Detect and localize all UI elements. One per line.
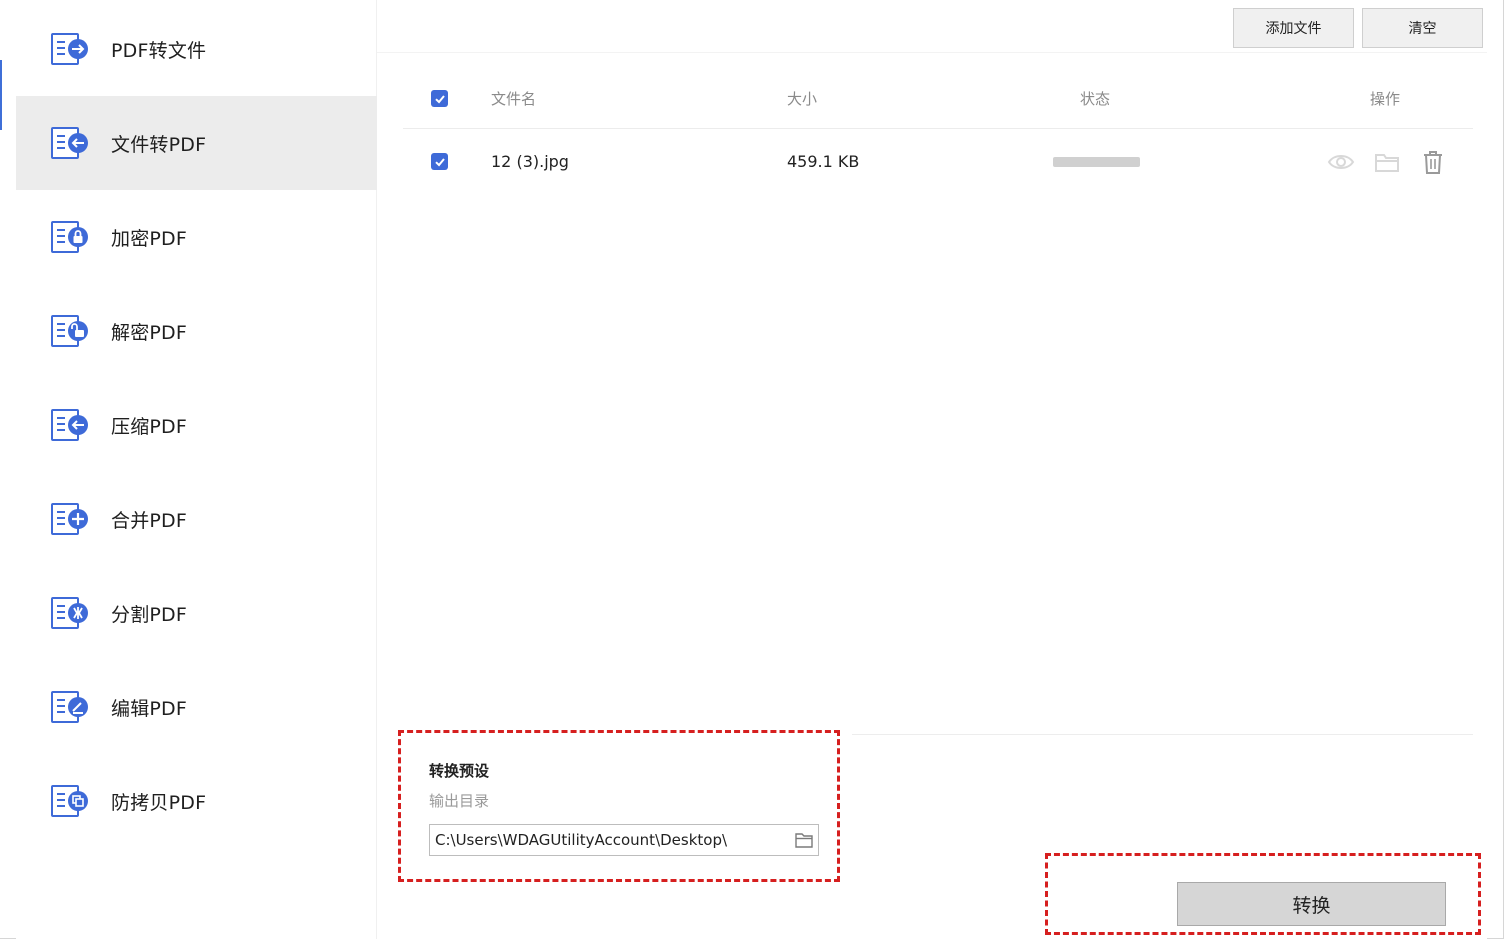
row-size: 459.1 KB [787,152,860,171]
row-status-progress [1053,157,1140,167]
compress-icon [51,409,88,441]
clear-button[interactable]: 清空 [1362,8,1483,48]
sidebar-item-merge-pdf[interactable]: 合并PDF [16,472,377,566]
sidebar-item-label: 文件转PDF [111,133,207,156]
column-header-actions: 操作 [1370,90,1401,108]
toolbar-divider [377,52,1487,53]
split-icon [51,597,88,629]
preview-eye-icon[interactable] [1327,149,1355,175]
table-header-divider [403,128,1473,129]
trash-icon[interactable] [1419,149,1447,175]
add-files-button[interactable]: 添加文件 [1233,8,1354,48]
sidebar-item-label: 编辑PDF [111,697,188,720]
row-status-progress-fill [1053,157,1140,167]
sidebar: PDF转文件 文件转PDF 加密PDF 解密PDF 压缩PDF 合并PDF 分割… [16,0,377,939]
plus-icon [51,503,88,535]
copy-protect-icon [51,785,88,817]
convert-button[interactable]: 转换 [1177,882,1446,926]
sidebar-item-label: 加密PDF [111,227,188,250]
sidebar-item-split-pdf[interactable]: 分割PDF [16,566,377,660]
sidebar-item-compress-pdf[interactable]: 压缩PDF [16,378,377,472]
arrow-left-icon [51,127,88,159]
sidebar-item-label: 合并PDF [111,509,188,532]
sidebar-item-label: PDF转文件 [111,39,207,62]
sidebar-item-label: 压缩PDF [111,415,188,438]
column-header-status[interactable]: 状态 [1080,88,1110,109]
unlock-icon [51,315,88,347]
edit-icon [51,691,88,723]
preset-title: 转换预设 [429,762,490,780]
window-left-edge [0,60,2,130]
sidebar-item-edit-pdf[interactable]: 编辑PDF [16,660,377,754]
checkmark-icon [434,157,445,166]
sidebar-item-decrypt-pdf[interactable]: 解密PDF [16,284,377,378]
output-dir-input[interactable] [429,824,819,856]
column-header-filename[interactable]: 文件名 [491,88,536,109]
sidebar-item-file-to-pdf[interactable]: 文件转PDF [16,96,377,190]
column-header-size[interactable]: 大小 [787,88,817,109]
select-all-checkbox[interactable] [431,90,448,107]
row-filename: 12 (3).jpg [491,152,569,171]
lock-icon [51,221,88,253]
arrow-right-icon [51,33,88,65]
checkmark-icon [434,94,445,103]
sidebar-item-label: 分割PDF [111,603,188,626]
row-checkbox[interactable] [431,153,448,170]
open-folder-icon[interactable] [1373,149,1401,175]
sidebar-item-label: 防拷贝PDF [111,791,207,814]
bottom-divider [852,734,1473,735]
sidebar-item-label: 解密PDF [111,321,188,344]
sidebar-item-encrypt-pdf[interactable]: 加密PDF [16,190,377,284]
sidebar-item-pdf-to-file[interactable]: PDF转文件 [16,2,377,96]
output-dir-label: 输出目录 [429,792,490,810]
browse-folder-icon[interactable] [793,830,815,850]
sidebar-item-copy-protect-pdf[interactable]: 防拷贝PDF [16,754,377,848]
